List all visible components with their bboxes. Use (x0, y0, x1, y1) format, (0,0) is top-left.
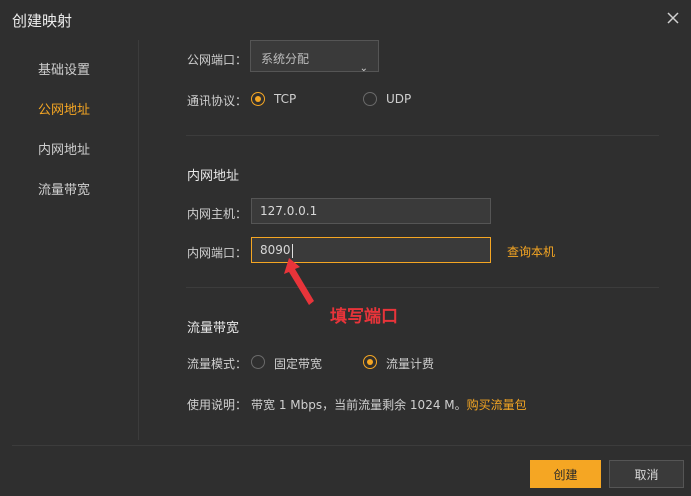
chevron-down-icon: ⌄ (359, 63, 368, 74)
mode-fixed-radio[interactable] (251, 355, 265, 369)
sidebar-item-public-address[interactable]: 公网地址 (38, 99, 90, 118)
protocol-udp-label[interactable]: UDP (386, 92, 411, 106)
annotation-label: 填写端口 (330, 307, 398, 327)
sidebar-item-basic-settings[interactable]: 基础设置 (38, 59, 90, 78)
internal-host-label: 内网主机： (187, 207, 248, 221)
bandwidth-section-title: 流量带宽 (187, 321, 240, 336)
usage-label: 使用说明： (187, 398, 248, 412)
public-port-value: 系统分配 (261, 52, 310, 66)
internal-host-input[interactable]: 127.0.0.1 (251, 198, 491, 224)
internal-host-value: 127.0.0.1 (260, 204, 318, 218)
create-button[interactable]: 创建 (530, 460, 601, 488)
section-divider (186, 287, 659, 288)
protocol-tcp-radio[interactable] (251, 92, 265, 106)
public-port-select[interactable]: 系统分配 ⌄ (250, 40, 379, 74)
cancel-button[interactable]: 取消 (609, 460, 684, 488)
usage-description: 带宽 1 Mbps，当前流量剩余 1024 M。 (251, 398, 467, 412)
close-icon[interactable] (663, 8, 683, 28)
dialog-titlebar: 创建映射 (0, 0, 691, 40)
footer-divider (12, 445, 691, 446)
sidebar-item-internal-address[interactable]: 内网地址 (38, 139, 90, 158)
mode-fixed-label[interactable]: 固定带宽 (274, 355, 322, 372)
section-divider (186, 135, 659, 136)
annotation-arrow-icon (284, 258, 314, 305)
internal-section-title: 内网地址 (187, 169, 240, 184)
protocol-tcp-label[interactable]: TCP (274, 92, 296, 106)
sidebar-item-bandwidth[interactable]: 流量带宽 (38, 179, 90, 198)
mode-metered-label[interactable]: 流量计费 (386, 355, 434, 372)
dialog-title: 创建映射 (12, 12, 73, 30)
protocol-label: 通讯协议： (187, 94, 248, 108)
traffic-mode-label: 流量模式： (187, 357, 248, 371)
protocol-udp-radio[interactable] (363, 92, 377, 106)
content-panel: 公网端口： 系统分配 ⌄ 通讯协议： TCP UDP 内网地址 内网主机： 12… (139, 40, 691, 445)
internal-port-label: 内网端口： (187, 246, 248, 260)
query-local-link[interactable]: 查询本机 (507, 243, 555, 260)
sidebar: 基础设置 公网地址 内网地址 流量带宽 (0, 40, 138, 440)
usage-text: 带宽 1 Mbps，当前流量剩余 1024 M。购买流量包 (251, 396, 527, 413)
mode-metered-radio[interactable] (363, 355, 377, 369)
public-port-label: 公网端口： (187, 53, 248, 67)
buy-traffic-link[interactable]: 购买流量包 (467, 398, 527, 412)
